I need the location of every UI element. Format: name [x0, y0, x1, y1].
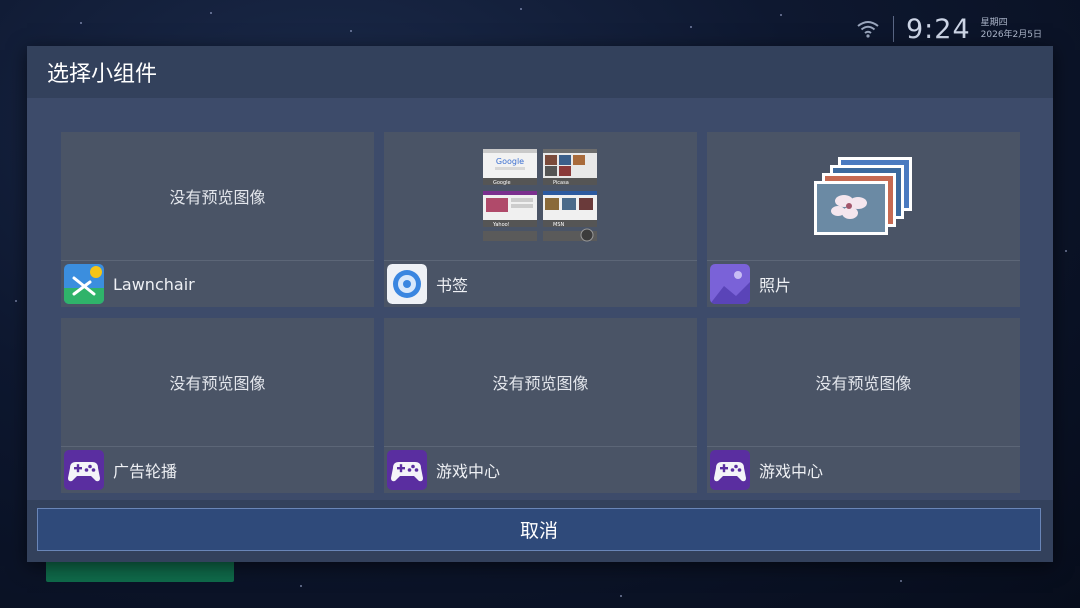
widget-footer: 游戏中心	[707, 447, 1020, 493]
thumb-label-yahoo: Yahoo!	[492, 222, 510, 228]
dialog-footer: 取消	[27, 500, 1053, 562]
widget-label: 广告轮播	[113, 462, 178, 481]
dialog-header: 选择小组件	[27, 46, 1053, 98]
status-separator	[893, 16, 894, 42]
no-preview-text: 没有预览图像	[169, 188, 266, 207]
no-preview-text: 没有预览图像	[492, 374, 589, 393]
widget-label: 书签	[436, 276, 469, 295]
widget-footer: Lawnchair	[61, 261, 374, 307]
date: 2026年2月5日	[980, 30, 1042, 40]
widget-preview: 没有预览图像	[61, 132, 374, 260]
widget-footer: 广告轮播	[61, 447, 374, 493]
widget-footer: 书签	[384, 261, 697, 307]
widget-card-game-center-2[interactable]: 没有预览图像 游戏中心	[707, 318, 1020, 493]
widget-card-lawnchair[interactable]: 没有预览图像 Lawnchair	[61, 132, 374, 307]
widget-preview: 没有预览图像	[384, 318, 697, 446]
status-bar: 9:24 星期四 2026年2月5日	[857, 10, 1042, 48]
widget-footer: 游戏中心	[384, 447, 697, 493]
widget-card-game-center-1[interactable]: 没有预览图像 游戏中心	[384, 318, 697, 493]
bookmarks-preview-image: Google Google Picasa Yahoo! MSN	[482, 149, 597, 242]
photos-icon	[710, 264, 750, 304]
clock: 9:24	[906, 13, 971, 45]
widget-preview: 没有预览图像	[61, 318, 374, 446]
widget-preview: 没有预览图像	[707, 318, 1020, 446]
gamepad-icon	[387, 450, 427, 490]
dialog-title: 选择小组件	[47, 62, 158, 87]
widget-preview	[707, 132, 1020, 260]
gamepad-icon	[64, 450, 104, 490]
gamepad-icon	[710, 450, 750, 490]
widget-grid: 没有预览图像 Lawnchair Google Google Picasa Ya…	[27, 98, 1053, 500]
cancel-button[interactable]: 取消	[37, 508, 1041, 551]
no-preview-text: 没有预览图像	[169, 374, 266, 393]
widget-label: 游戏中心	[436, 462, 501, 481]
date-box: 星期四 2026年2月5日	[981, 17, 1042, 41]
photos-preview-image	[813, 157, 912, 235]
wifi-icon	[857, 21, 879, 38]
thumb-label-google: Google	[493, 180, 511, 186]
widget-card-ad-carousel[interactable]: 没有预览图像 广告轮播	[61, 318, 374, 493]
bookmarks-icon	[387, 264, 427, 304]
widget-footer: 照片	[707, 261, 1020, 307]
home-green-widget	[46, 560, 234, 582]
widget-picker-dialog: 选择小组件 没有预览图像 Lawnchair Google Google Pic…	[27, 46, 1053, 562]
no-preview-text: 没有预览图像	[815, 374, 912, 393]
widget-label: 照片	[759, 276, 792, 295]
widget-preview: Google Google Picasa Yahoo! MSN	[384, 132, 697, 260]
widget-card-photos[interactable]: 照片	[707, 132, 1020, 307]
thumb-label-picasa: Picasa	[553, 180, 569, 186]
svg-text:Google: Google	[495, 157, 523, 166]
weekday: 星期四	[980, 18, 1008, 28]
widget-card-bookmarks[interactable]: Google Google Picasa Yahoo! MSN 书签	[384, 132, 697, 307]
widget-label: Lawnchair	[113, 274, 195, 294]
widget-label: 游戏中心	[759, 462, 824, 481]
lawnchair-icon	[64, 264, 104, 304]
thumb-label-msn: MSN	[553, 222, 564, 228]
